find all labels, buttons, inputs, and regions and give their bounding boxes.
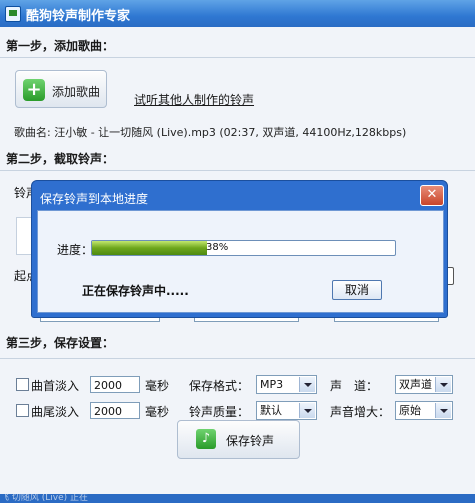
chevron-down-icon[interactable] bbox=[299, 403, 315, 418]
channel-value: 双声道 bbox=[399, 378, 432, 391]
save-ringtone-label: 保存铃声 bbox=[226, 434, 275, 448]
quality-value: 默认 bbox=[260, 404, 282, 417]
add-song-label: 添加歌曲 bbox=[52, 85, 101, 99]
song-info: 歌曲名: 汪小敏 - 让一切随风 (Live).mp3 (02:37, 双声道,… bbox=[14, 126, 407, 139]
fade-out-unit: 毫秒 bbox=[145, 405, 170, 419]
app-icon bbox=[5, 6, 21, 22]
save-progress-dialog: 保存铃声到本地进度 ✕ 进度： 38% 正在保存铃声中..... 取消 bbox=[31, 180, 448, 318]
saving-status: 正在保存铃声中..... bbox=[82, 284, 189, 298]
plus-icon: + bbox=[23, 79, 45, 101]
boost-label: 声音增大： bbox=[330, 405, 391, 419]
save-ringtone-button[interactable]: ♪ 保存铃声 bbox=[177, 420, 300, 459]
close-icon[interactable]: ✕ bbox=[420, 185, 444, 206]
music-note-icon: ♪ bbox=[196, 429, 216, 449]
format-value: MP3 bbox=[260, 378, 284, 391]
dialog-body: 进度： 38% 正在保存铃声中..... 取消 bbox=[37, 210, 444, 313]
divider bbox=[0, 57, 475, 58]
step1-title: 第一步，添加歌曲： bbox=[6, 39, 115, 53]
fade-in-checkbox[interactable] bbox=[16, 378, 29, 391]
step3-title: 第三步，保存设置： bbox=[6, 336, 115, 350]
fade-out-label: 曲尾淡入 bbox=[31, 405, 80, 419]
listen-others-link[interactable]: 试听其他人制作的铃声 bbox=[134, 91, 254, 108]
divider bbox=[0, 358, 475, 359]
window-title: 酷狗铃声制作专家 bbox=[26, 9, 131, 24]
cancel-button[interactable]: 取消 bbox=[332, 280, 382, 300]
format-select[interactable]: MP3 bbox=[256, 375, 317, 394]
chevron-down-icon[interactable] bbox=[435, 403, 451, 418]
waveform-area[interactable] bbox=[16, 217, 32, 255]
progress-percent: 38% bbox=[206, 242, 229, 253]
fade-in-label: 曲首淡入 bbox=[31, 379, 80, 393]
chevron-down-icon[interactable] bbox=[435, 377, 451, 392]
title-bar: 酷狗铃声制作专家 bbox=[0, 0, 475, 27]
chevron-down-icon[interactable] bbox=[299, 377, 315, 392]
add-song-button[interactable]: + 添加歌曲 bbox=[15, 70, 107, 108]
channel-select[interactable]: 双声道 bbox=[395, 375, 453, 394]
divider bbox=[0, 170, 475, 171]
quality-select[interactable]: 默认 bbox=[256, 401, 317, 420]
step2-title: 第二步，截取铃声： bbox=[6, 152, 115, 166]
boost-value: 原始 bbox=[399, 404, 421, 417]
boost-select[interactable]: 原始 bbox=[395, 401, 453, 420]
progress-label: 进度： bbox=[57, 243, 94, 257]
status-bar: 飞 切随风 (Live) 正在 bbox=[0, 494, 475, 503]
dialog-title: 保存铃声到本地进度 bbox=[40, 192, 149, 206]
progress-bar: 38% bbox=[91, 240, 396, 256]
fade-in-unit: 毫秒 bbox=[145, 379, 170, 393]
format-label: 保存格式： bbox=[189, 379, 250, 393]
progress-fill bbox=[92, 241, 208, 255]
channel-label: 声 道： bbox=[330, 379, 379, 393]
fade-out-input[interactable]: 2000 bbox=[90, 402, 140, 419]
fade-in-input[interactable]: 2000 bbox=[90, 376, 140, 393]
quality-label: 铃声质量： bbox=[189, 405, 250, 419]
fade-out-checkbox[interactable] bbox=[16, 404, 29, 417]
